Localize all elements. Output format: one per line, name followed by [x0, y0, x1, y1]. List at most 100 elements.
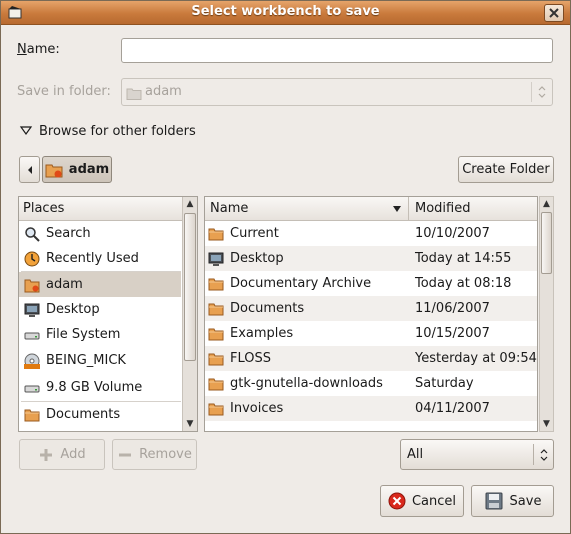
folder-icon [208, 278, 224, 290]
folder-icon [208, 378, 224, 390]
file-modified: 11/06/2007 [415, 301, 490, 316]
sort-down-icon [393, 205, 401, 212]
file-name: Invoices [230, 401, 284, 416]
file-name: Current [230, 226, 279, 241]
file-modified: Today at 08:18 [415, 276, 512, 291]
file-name-cell: Documentary Archive [205, 276, 409, 292]
places-item-label: adam [46, 277, 83, 292]
places-list: Search Recently Used adam Desktop File Syste… [19, 221, 197, 427]
scroll-up-icon[interactable]: ▲ [540, 197, 553, 211]
scroll-down-icon[interactable]: ▼ [540, 417, 553, 431]
folder-icon [208, 303, 224, 315]
places-item[interactable]: Desktop [19, 297, 181, 322]
places-item[interactable]: File System [19, 322, 181, 347]
search-icon [25, 226, 40, 242]
file-modified: 04/11/2007 [415, 401, 490, 416]
title-bar[interactable]: Select workbench to save [1, 1, 570, 25]
places-item[interactable]: Documents [19, 402, 181, 427]
file-modified: Today at 14:55 [415, 251, 512, 266]
file-modified-cell: 11/06/2007 [409, 301, 490, 316]
add-button[interactable]: Add [19, 439, 105, 470]
file-name-cell: Current [205, 226, 409, 242]
cancel-label: Cancel [411, 493, 457, 509]
file-row[interactable]: FLOSS Yesterday at 09:54 [205, 346, 537, 371]
modified-column-header[interactable]: Modified [409, 197, 537, 220]
file-row[interactable]: Invoices 04/11/2007 [205, 396, 537, 421]
scroll-up-icon[interactable]: ▲ [183, 197, 197, 211]
drive-icon [24, 332, 40, 339]
places-item-label: Recently Used [46, 251, 139, 266]
file-modified: Yesterday at 09:54 [415, 351, 537, 366]
file-modified-cell: 04/11/2007 [409, 401, 490, 416]
name-input[interactable] [121, 38, 553, 63]
cancel-button[interactable]: Cancel [380, 485, 464, 517]
places-item[interactable]: BEING_MICK [19, 347, 181, 374]
file-name: Documentary Archive [230, 276, 372, 291]
file-modified: 10/10/2007 [415, 226, 490, 241]
window-title: Select workbench to save [191, 4, 380, 19]
remove-button[interactable]: Remove [112, 439, 197, 470]
file-row[interactable]: Current 10/10/2007 [205, 221, 537, 246]
places-pane: Places Search Recently Used adam Desktop Fil… [18, 196, 198, 432]
places-item-label: BEING_MICK [46, 353, 126, 368]
files-list: Current 10/10/2007 Desktop Today at 14:55 Do… [205, 221, 537, 421]
file-row[interactable]: Examples 10/15/2007 [205, 321, 537, 346]
add-label: Add [60, 447, 86, 462]
create-folder-button[interactable]: Create Folder [458, 156, 554, 183]
places-item-label: Desktop [46, 302, 100, 317]
drive-icon [24, 385, 40, 392]
scroll-thumb[interactable] [184, 213, 196, 361]
places-scrollbar[interactable]: ▲ ▼ [182, 197, 197, 431]
places-item[interactable]: Recently Used [19, 246, 181, 271]
file-name: Desktop [230, 251, 284, 266]
file-row[interactable]: gtk-gnutella-downloads Saturday [205, 371, 537, 396]
places-item[interactable]: adam [19, 272, 181, 297]
browse-expander[interactable]: Browse for other folders [18, 123, 196, 139]
file-name: Documents [230, 301, 305, 316]
scroll-thumb[interactable] [541, 212, 552, 274]
scroll-down-icon[interactable]: ▼ [183, 417, 197, 431]
file-name-cell: FLOSS [205, 351, 409, 367]
modified-column-label: Modified [415, 201, 471, 216]
files-scrollbar[interactable]: ▲ ▼ [539, 196, 554, 432]
combo-separator [533, 444, 534, 465]
plus-icon [40, 448, 53, 461]
file-row[interactable]: Documents 11/06/2007 [205, 296, 537, 321]
file-name-cell: Desktop [205, 251, 409, 267]
spin-arrows-icon [540, 449, 548, 461]
file-row[interactable]: Documentary Archive Today at 08:18 [205, 271, 537, 296]
home-folder-icon [126, 88, 142, 100]
expander-arrow-icon [19, 126, 33, 136]
save-button[interactable]: Save [471, 485, 554, 517]
filter-value: All [407, 447, 424, 462]
file-name-cell: Examples [205, 326, 409, 342]
path-button-adam[interactable]: adam [42, 156, 112, 183]
file-modified-cell: 10/10/2007 [409, 226, 490, 241]
clock-icon [24, 251, 40, 266]
places-item[interactable]: 9.8 GB Volume [19, 374, 181, 401]
places-header[interactable]: Places [19, 197, 182, 221]
close-button[interactable] [544, 4, 564, 22]
places-item-label: 9.8 GB Volume [46, 380, 143, 395]
file-modified-cell: Saturday [409, 376, 474, 391]
places-item[interactable]: Search [19, 221, 181, 246]
file-modified-cell: Today at 14:55 [409, 251, 511, 266]
folder-icon [208, 353, 224, 365]
left-arrow-icon [27, 165, 32, 174]
save-in-combo[interactable]: adam [121, 78, 553, 106]
save-in-value: adam [145, 84, 182, 99]
close-icon [549, 8, 559, 18]
name-column-label: Name [210, 201, 249, 216]
path-back-button[interactable] [19, 156, 40, 183]
places-header-label: Places [23, 201, 65, 216]
files-header: Name Modified [205, 197, 537, 221]
folder-icon [208, 403, 224, 415]
file-name: gtk-gnutella-downloads [230, 376, 383, 391]
file-modified: Saturday [415, 376, 474, 391]
name-column-header[interactable]: Name [205, 197, 409, 220]
file-filter-combo[interactable]: All [400, 439, 554, 470]
file-row[interactable]: Desktop Today at 14:55 [205, 246, 537, 271]
file-name: FLOSS [230, 351, 271, 366]
name-label: Name: [17, 42, 60, 57]
folder-icon [208, 328, 224, 340]
